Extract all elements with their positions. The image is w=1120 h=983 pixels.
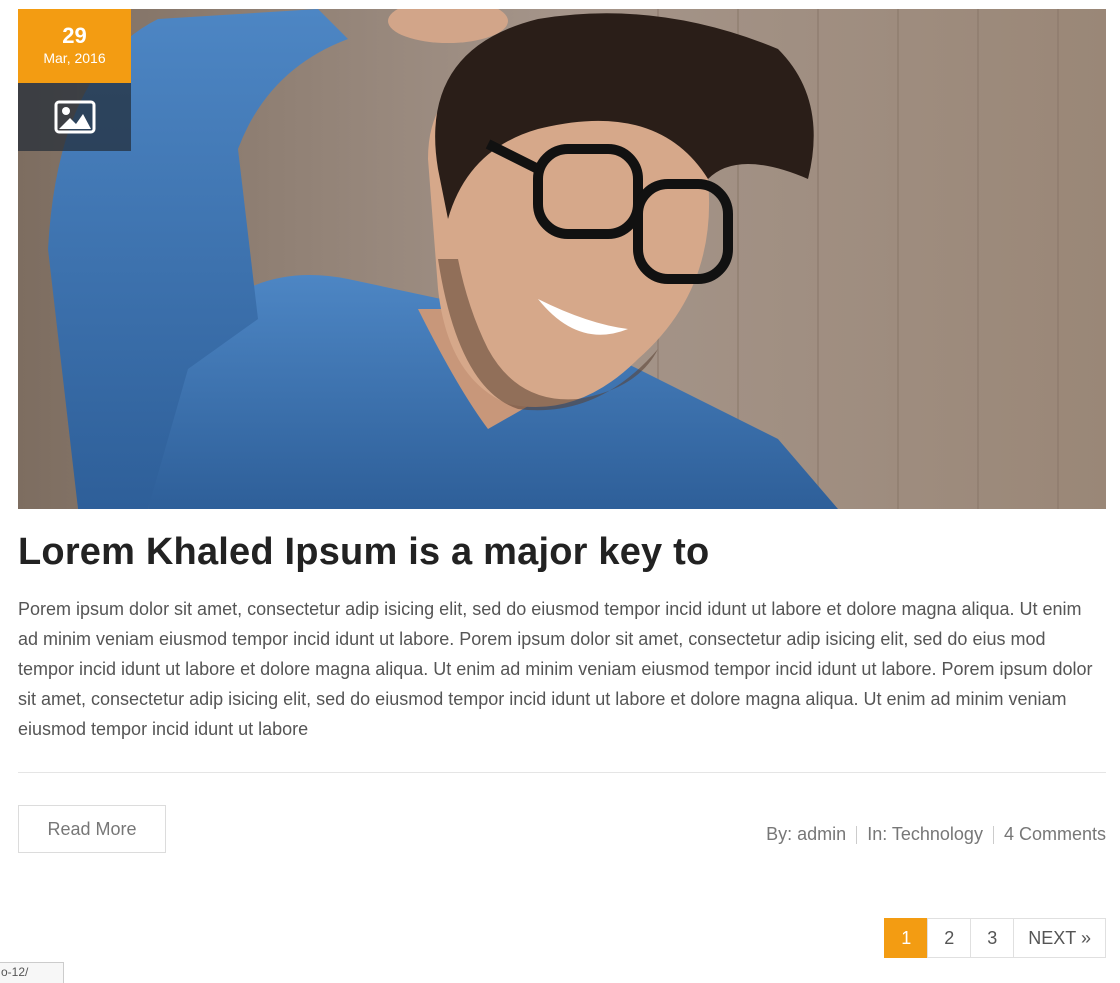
- post-date-badge: 29 Mar, 2016: [18, 9, 131, 83]
- post-featured-image[interactable]: 29 Mar, 2016: [18, 9, 1106, 509]
- post-category-link[interactable]: In: Technology: [867, 824, 983, 845]
- photo-man-glasses: [18, 9, 1106, 509]
- browser-status-url: o-12/: [0, 962, 64, 983]
- post-meta: By: admin In: Technology 4 Comments: [766, 824, 1106, 845]
- post-comments-link[interactable]: 4 Comments: [1004, 824, 1106, 845]
- post-author-link[interactable]: By: admin: [766, 824, 846, 845]
- meta-separator: [992, 825, 994, 844]
- pagination: 1 2 3 NEXT »: [884, 918, 1106, 958]
- post-title[interactable]: Lorem Khaled Ipsum is a major key to: [18, 531, 709, 574]
- page-3-button[interactable]: 3: [970, 918, 1015, 958]
- post-divider: [18, 772, 1106, 773]
- next-page-button[interactable]: NEXT »: [1013, 918, 1106, 958]
- post-date-day: 29: [62, 23, 87, 48]
- image-icon: [54, 100, 95, 134]
- post-format-badge: [18, 83, 131, 151]
- meta-separator: [856, 825, 858, 844]
- page-1-button[interactable]: 1: [884, 918, 929, 958]
- post-excerpt: Porem ipsum dolor sit amet, consectetur …: [18, 599, 1093, 739]
- blog-post: 29 Mar, 2016 Lorem Khaled Ipsum is a maj…: [18, 9, 1106, 853]
- page-2-button[interactable]: 2: [927, 918, 972, 958]
- read-more-button[interactable]: Read More: [18, 805, 166, 853]
- post-date-month: Mar, 2016: [43, 50, 106, 66]
